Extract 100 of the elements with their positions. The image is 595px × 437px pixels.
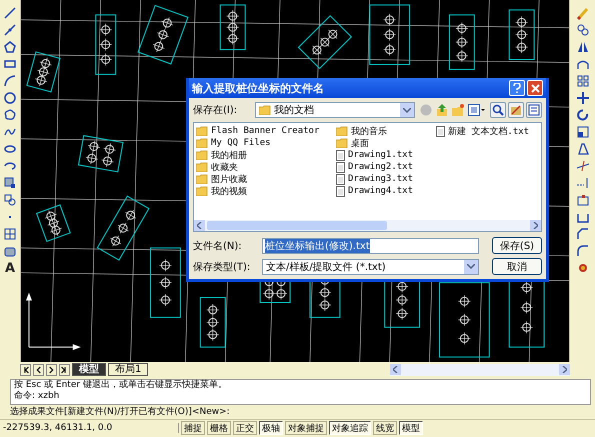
search-button[interactable]	[490, 102, 506, 118]
view-menu-icon[interactable]	[468, 104, 485, 116]
file-type-dropdown[interactable]: 文本/样板/提取文件 (*.txt)	[262, 258, 479, 274]
polygon-icon[interactable]	[3, 40, 17, 54]
arrow-icon	[22, 366, 29, 374]
pile-cap-drawing	[78, 135, 124, 172]
array-icon[interactable]	[576, 74, 590, 88]
question-mark-icon	[513, 83, 521, 93]
polyline-icon[interactable]	[3, 23, 17, 37]
chamfer-icon[interactable]	[576, 227, 590, 241]
rotate-icon[interactable]	[576, 108, 590, 122]
status-toggle[interactable]: 对象追踪	[329, 420, 371, 434]
find-file-button[interactable]	[508, 102, 524, 118]
file-item[interactable]: Drawing4.txt	[336, 185, 436, 197]
pile-cap-drawing	[137, 4, 189, 65]
status-toggle[interactable]: 线宽	[373, 420, 397, 434]
stretch-icon[interactable]	[576, 142, 590, 156]
pile-cap-drawing	[200, 297, 226, 348]
arrow-icon	[61, 366, 68, 374]
command-prompt[interactable]: 选择成果文件[新建文件(N)/打开已有文件(O)]<New>:	[0, 405, 595, 419]
cancel-button[interactable]: 取消	[492, 258, 542, 275]
file-item[interactable]: Drawing3.txt	[336, 173, 436, 185]
line-icon[interactable]	[3, 6, 17, 20]
ucs-axis	[26, 292, 81, 350]
folder-item[interactable]: 我的视频	[196, 185, 336, 197]
circle-icon[interactable]	[3, 91, 17, 105]
folder-item[interactable]: Flash Banner Creator	[196, 125, 336, 137]
file-name-field[interactable]: 桩位坐标输出(修改).txt	[262, 238, 479, 254]
document-icon	[336, 162, 345, 172]
text-tool[interactable]: A	[4, 261, 16, 276]
pile-cap-drawing	[298, 15, 352, 70]
save-in-label: 保存在(I):	[193, 104, 238, 117]
scroll-left-button[interactable]	[194, 220, 205, 231]
break-icon[interactable]	[576, 193, 590, 207]
folder-icon	[196, 186, 208, 196]
save-in-dropdown[interactable]: 我的文档	[254, 102, 415, 118]
move-icon[interactable]	[576, 91, 590, 105]
status-toggle[interactable]: 捕捉	[181, 420, 205, 434]
caret-icon	[467, 264, 475, 269]
folder-icon	[196, 126, 208, 136]
tools-button[interactable]	[526, 102, 542, 118]
folder-icon	[336, 138, 348, 148]
dialog-title: 输入提取桩位坐标的文件名	[192, 80, 325, 96]
scroll-right-button[interactable]	[559, 364, 570, 374]
pile-cap-drawing	[26, 51, 61, 92]
folder-item[interactable]: 我的音乐	[336, 125, 436, 137]
document-icon	[436, 126, 445, 136]
fillet-icon[interactable]	[576, 244, 590, 258]
trim-icon[interactable]	[576, 159, 590, 173]
folder-icon	[196, 138, 208, 148]
file-item[interactable]: 新建 文本文档.txt	[436, 125, 539, 137]
save-button[interactable]: 保存(S)	[492, 237, 542, 254]
up-folder-icon[interactable]	[436, 104, 448, 116]
cloud-icon[interactable]	[3, 108, 17, 122]
new-folder-icon[interactable]	[452, 104, 464, 116]
folder-icon	[258, 105, 271, 115]
folder-item[interactable]: 图片收藏	[196, 173, 336, 185]
close-button[interactable]	[527, 80, 543, 96]
eraser-icon[interactable]	[576, 6, 590, 20]
pile-cap-drawing	[95, 14, 116, 75]
folder-item[interactable]: 我的相册	[196, 149, 336, 161]
folder-item[interactable]: 桌面	[336, 137, 436, 149]
status-toggle[interactable]: 正交	[233, 420, 257, 434]
folder-item[interactable]: 收藏夹	[196, 161, 336, 173]
help-button[interactable]	[509, 80, 525, 96]
coordinates: -227539.3, 46131.1, 0.0	[0, 422, 179, 432]
file-item[interactable]: Drawing2.txt	[336, 161, 436, 173]
scroll-right-button[interactable]	[530, 220, 541, 231]
pile-cap-drawing	[508, 9, 535, 60]
status-toggle[interactable]: 对象捕捉	[285, 420, 327, 434]
folder-item[interactable]: My QQ Files	[196, 137, 336, 149]
scroll-left-button[interactable]	[390, 364, 401, 374]
pile-cap-drawing	[369, 4, 410, 65]
mirror-icon[interactable]	[576, 40, 590, 54]
file-item[interactable]: Drawing1.txt	[336, 149, 436, 161]
hatch-icon[interactable]	[3, 227, 17, 241]
status-toggle[interactable]: 栅格	[207, 420, 231, 434]
status-toggle[interactable]: 极轴	[259, 420, 283, 434]
insert-block-icon[interactable]	[3, 176, 17, 190]
status-toggle[interactable]: 模型	[399, 420, 423, 434]
drawing-scrollbar[interactable]	[390, 364, 570, 376]
layout-tab[interactable]: 模型	[72, 363, 106, 376]
document-icon	[336, 150, 345, 160]
pile-cap-drawing	[36, 204, 71, 242]
first-tab-button[interactable]	[20, 364, 31, 376]
make-block-icon[interactable]	[3, 193, 17, 207]
close-icon	[530, 84, 540, 92]
scale-icon[interactable]	[576, 125, 590, 139]
document-icon	[336, 186, 345, 196]
layout-tab[interactable]: 布局1	[108, 363, 148, 376]
previous-tab-button[interactable]	[33, 364, 44, 376]
folder-icon	[336, 126, 348, 136]
last-tab-button[interactable]	[59, 364, 70, 376]
copy-icon[interactable]	[576, 23, 590, 37]
command-line: 按 Esc 或 Enter 键退出，或单击右键显示快捷菜单。	[14, 380, 228, 390]
next-tab-button[interactable]	[46, 364, 57, 376]
extend-icon[interactable]	[576, 176, 590, 190]
scrollbar-thumb[interactable]	[207, 221, 387, 230]
folder-icon	[196, 150, 208, 160]
arc-icon[interactable]	[3, 74, 17, 88]
